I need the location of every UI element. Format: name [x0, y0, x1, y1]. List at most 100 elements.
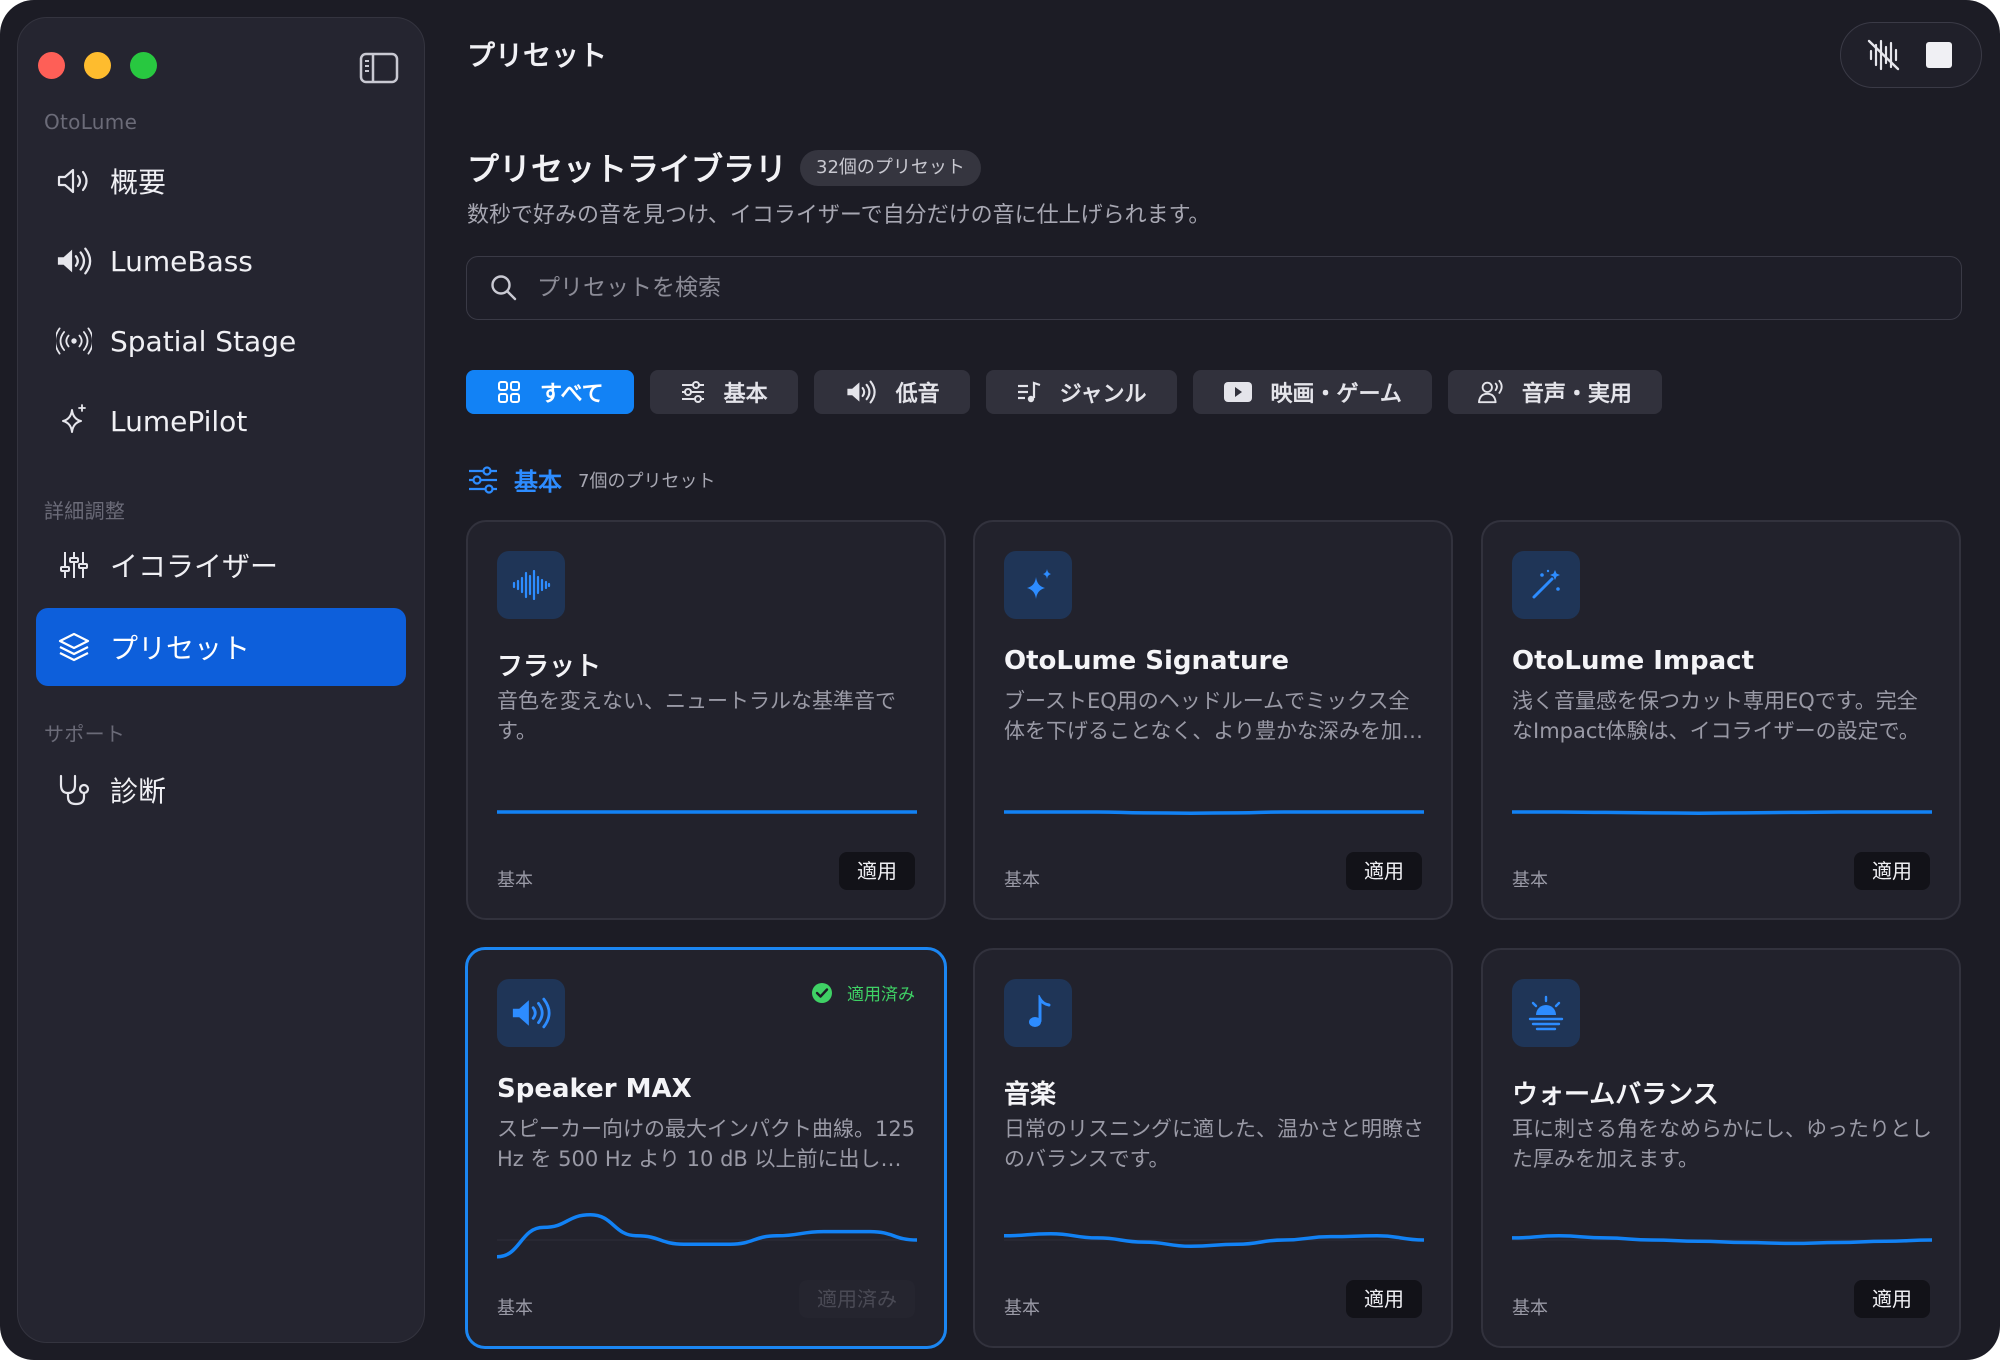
waveform-slash-icon: [1867, 39, 1900, 71]
speaker-high-icon: [844, 379, 878, 405]
card-title: OtoLume Impact: [1512, 646, 1755, 676]
sidebar-item-lumebass[interactable]: LumeBass: [36, 222, 406, 300]
filter-chip-label: 音声・実用: [1521, 382, 1632, 407]
eq-curve: [1004, 810, 1424, 816]
eq-curve: [1004, 1231, 1424, 1249]
sidebar-item-overview[interactable]: 概要: [36, 142, 406, 220]
filter-chip-movie-game[interactable]: 映画・ゲーム: [1192, 370, 1432, 414]
sidebar-item-presets[interactable]: プリセット: [36, 608, 406, 686]
sidebar: OtoLume 概要 LumeBass Spatial Stage LumePi…: [17, 17, 425, 1343]
card-category: 基本: [1004, 870, 1040, 891]
card-description: 音色を変えない、ニュートラルな基準音です。: [497, 689, 896, 743]
apply-button[interactable]: 適用: [1346, 852, 1422, 890]
check-circle-icon: [812, 982, 832, 1003]
sidebar-item-label: 概要: [110, 166, 167, 199]
broadcast-icon: [56, 323, 92, 359]
sparkle-icon: [56, 403, 92, 439]
card-category: 基本: [1512, 870, 1548, 891]
sliders-icon: [56, 547, 92, 583]
zoom-window-button[interactable]: [130, 52, 157, 79]
sidebar-item-label: LumePilot: [110, 404, 248, 438]
sparkles-icon: [1004, 551, 1072, 619]
preset-card-flat[interactable]: フラット 音色を変えない、ニュートラルな基準音です。 基本 適用: [466, 520, 946, 920]
eq-curve-line: [1004, 810, 1424, 816]
sidebar-item-lumepilot[interactable]: LumePilot: [36, 382, 406, 460]
preset-card-signature[interactable]: OtoLume Signature ブーストEQ用のヘッドルームでミックス全体を…: [973, 520, 1453, 920]
eq-curve-line: [1512, 810, 1932, 816]
card-category: 基本: [497, 870, 533, 891]
card-title: フラット: [497, 652, 602, 682]
sidebar-item-label: Spatial Stage: [110, 324, 297, 358]
preset-count-badge: 32個のプリセット: [800, 150, 981, 186]
library-title: プリセットライブラリ: [467, 150, 788, 188]
stop-button[interactable]: [1919, 35, 1959, 75]
sidebar-item-equalizer[interactable]: イコライザー: [36, 526, 406, 604]
music-note-icon: [1004, 979, 1072, 1047]
card-description: スピーカー向けの最大インパクト曲線。125 Hz を 500 Hz より 10 …: [497, 1117, 916, 1171]
eq-curve: [1512, 1234, 1932, 1246]
music-list-icon: [1016, 379, 1042, 405]
sliders-horizontal-icon: [469, 465, 497, 494]
filter-chip-label: 映画・ゲーム: [1270, 382, 1402, 407]
card-description: 浅く音量感を保つカット専用EQです。完全なImpact体験は、イコライザーの設定…: [1512, 689, 1920, 743]
apply-button[interactable]: 適用: [1346, 1280, 1422, 1318]
sidebar-toggle-icon[interactable]: [359, 52, 399, 84]
filter-chip-bass[interactable]: 低音: [813, 370, 970, 414]
sidebar-item-label: イコライザー: [110, 550, 279, 583]
sidebar-item-label: 診断: [110, 775, 167, 808]
preset-card-music[interactable]: 音楽 日常のリスニングに適した、温かさと明瞭さのバランスです。 基本 適用: [973, 948, 1453, 1348]
filter-chip-label: ジャンル: [1059, 382, 1147, 407]
sidebar-item-spatial-stage[interactable]: Spatial Stage: [36, 302, 406, 380]
card-category: 基本: [497, 1298, 533, 1319]
sidebar-item-diagnostics[interactable]: 診断: [36, 751, 406, 829]
filter-chip-basic[interactable]: 基本: [649, 370, 798, 414]
sidebar-item-label: LumeBass: [110, 244, 253, 278]
preset-card-speaker-max[interactable]: 適用済み Speaker MAX スピーカー向けの最大インパクト曲線。125 H…: [465, 947, 947, 1349]
filter-chip-label: 基本: [723, 382, 768, 407]
eq-curve: [497, 810, 917, 814]
eq-curve-line: [497, 1213, 917, 1259]
section-heading: 基本 7個のプリセット: [466, 462, 715, 497]
applied-button[interactable]: 適用済み: [799, 1280, 915, 1318]
app-window: OtoLume 概要 LumeBass Spatial Stage LumePi…: [0, 0, 2000, 1360]
preset-card-impact[interactable]: OtoLume Impact 浅く音量感を保つカット専用EQです。完全なImpa…: [1481, 520, 1961, 920]
section-title: 基本: [514, 468, 562, 496]
close-window-button[interactable]: [38, 52, 65, 79]
waveform-icon: [497, 551, 565, 619]
card-description: ブーストEQ用のヘッドルームでミックス全体を下げることなく、より豊かな深みを加え…: [1004, 689, 1423, 743]
search-bar[interactable]: [466, 256, 1962, 320]
minimize-window-button[interactable]: [84, 52, 111, 79]
audio-off-button[interactable]: [1863, 35, 1903, 75]
toolbar-pill: [1840, 22, 1982, 88]
sunrise-icon: [1512, 979, 1580, 1047]
card-category: 基本: [1512, 1298, 1548, 1319]
page-title: プリセット: [467, 39, 608, 72]
eq-curve: [497, 1213, 917, 1259]
preset-card-warm-balance[interactable]: ウォームバランス 耳に刺さる角をなめらかにし、ゆったりとした厚みを加えます。 基…: [1481, 948, 1961, 1348]
apply-button[interactable]: 適用: [1854, 852, 1930, 890]
card-title: OtoLume Signature: [1004, 646, 1289, 676]
speaker-high-icon: [497, 979, 565, 1047]
grid-icon: [496, 379, 522, 405]
sidebar-section-app: OtoLume: [44, 110, 138, 134]
play-icon: [1223, 379, 1253, 405]
card-category: 基本: [1004, 1298, 1040, 1319]
filter-chip-genre[interactable]: ジャンル: [985, 370, 1177, 414]
search-input[interactable]: [537, 275, 1917, 301]
filter-chip-label: 低音: [895, 382, 940, 407]
apply-button[interactable]: 適用: [1854, 1280, 1930, 1318]
voice-icon: [1477, 379, 1504, 405]
stop-icon: [1926, 42, 1952, 68]
magic-wand-icon: [1512, 551, 1580, 619]
card-title: Speaker MAX: [497, 1074, 692, 1104]
eq-curve: [1512, 810, 1932, 816]
filter-chip-all[interactable]: すべて: [466, 370, 634, 414]
filter-chip-voice[interactable]: 音声・実用: [1447, 370, 1662, 414]
card-title: 音楽: [1004, 1080, 1057, 1110]
apply-button[interactable]: 適用: [839, 852, 915, 890]
stethoscope-icon: [56, 772, 92, 808]
sliders-horizontal-icon: [680, 379, 706, 405]
sidebar-section-detail: 詳細調整: [44, 499, 126, 523]
card-description: 日常のリスニングに適した、温かさと明瞭さのバランスです。: [1004, 1117, 1424, 1171]
filter-chip-label: すべて: [540, 382, 604, 407]
